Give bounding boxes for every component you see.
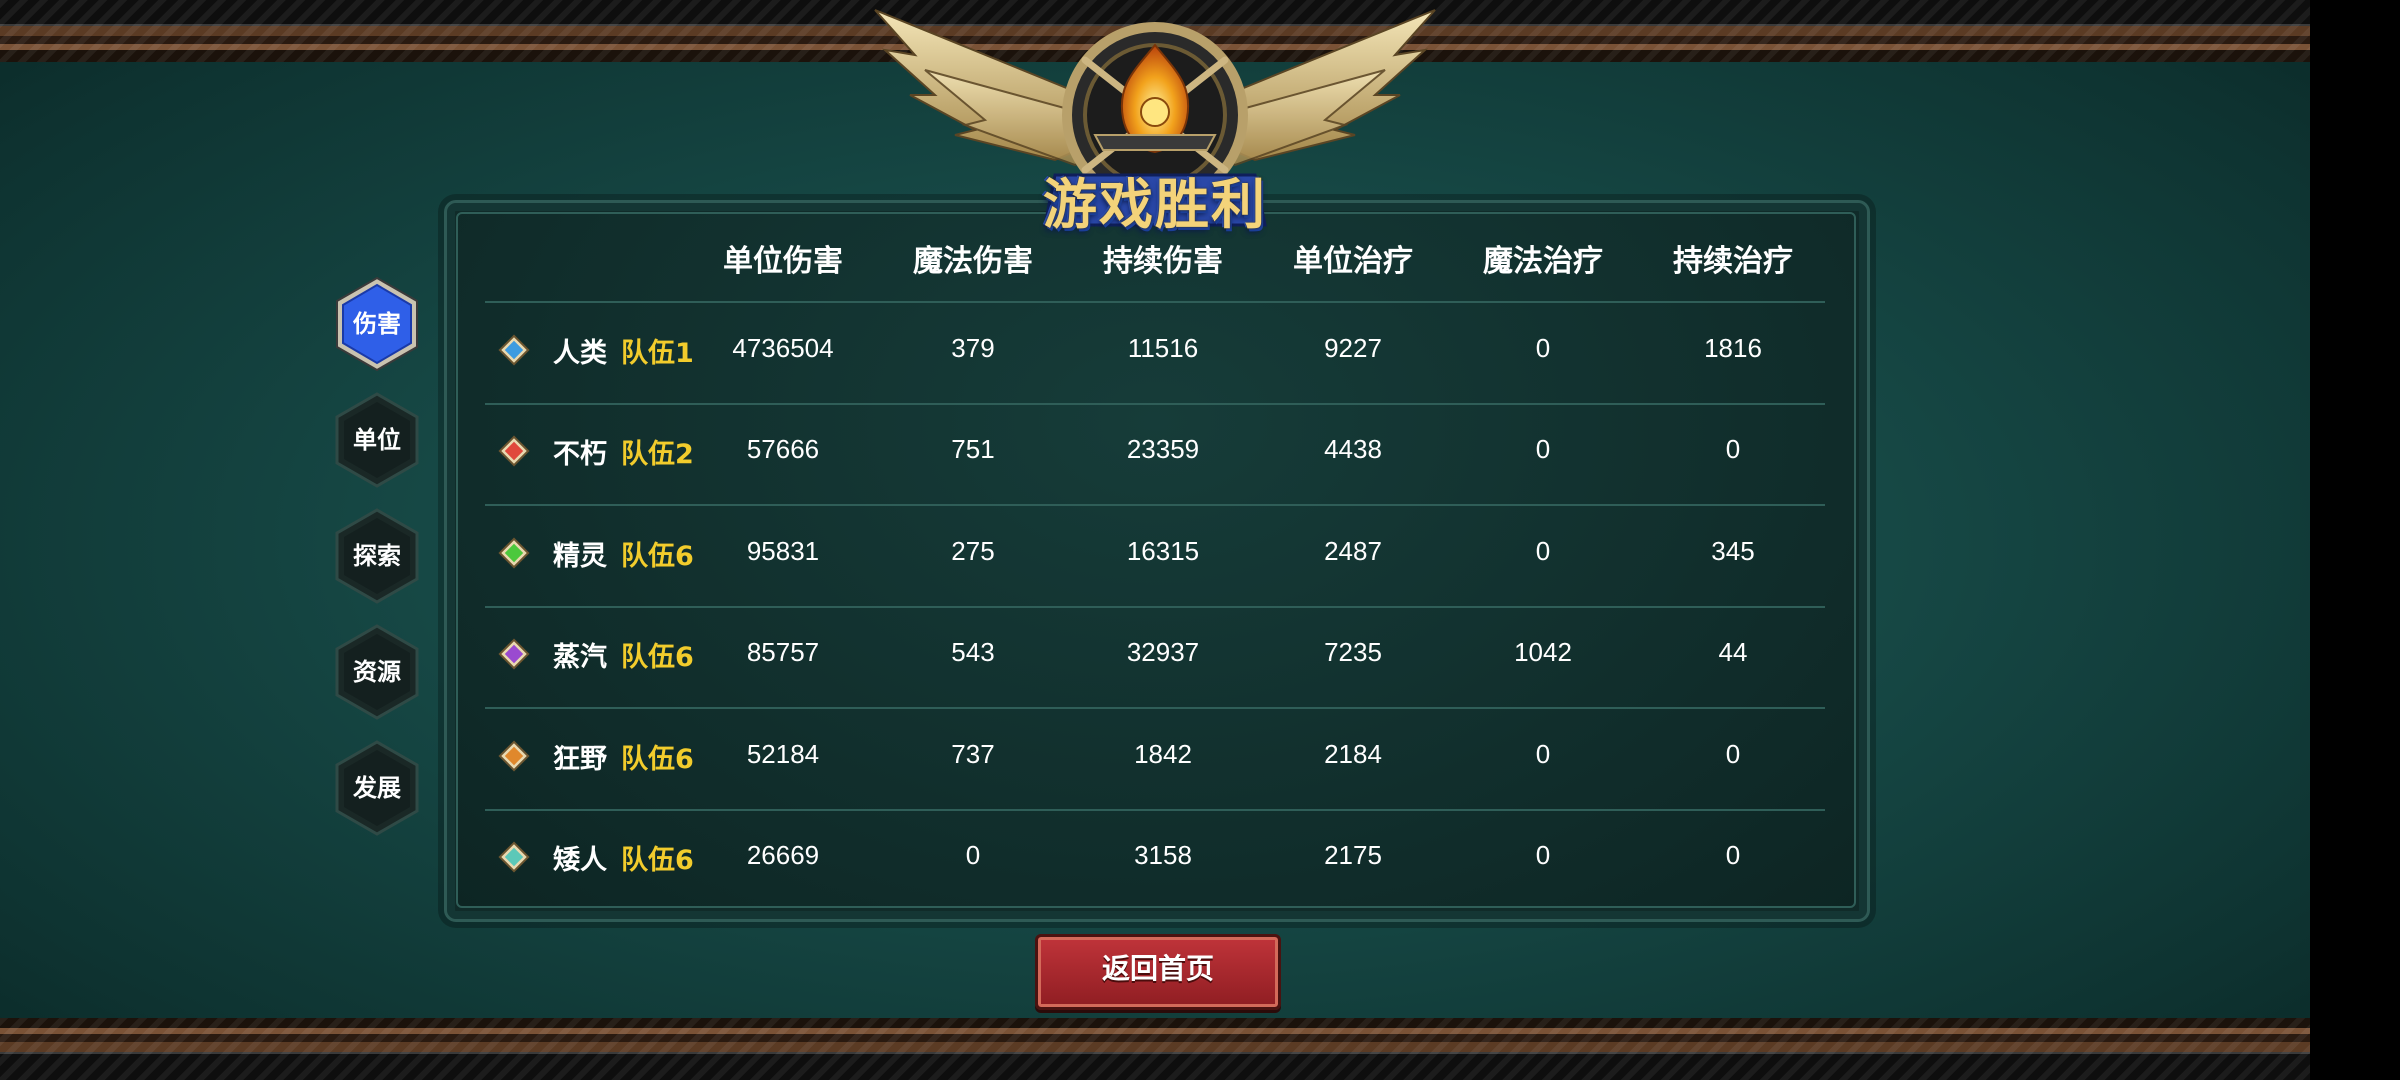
stat-value: 0 [965,840,981,870]
column-header: 魔法伤害 [913,244,1033,279]
stat-value: 57666 [746,434,820,464]
stat-value: 751 [951,434,995,464]
tab-label: 发展 [353,774,401,802]
tab-label: 单位 [353,426,401,454]
race-name: 人类 [553,338,607,369]
stat-value: 9227 [1324,333,1382,363]
race-name: 精灵 [553,541,607,572]
column-header: 持续伤害 [1103,244,1223,279]
stat-value: 16315 [1126,536,1200,566]
stat-value: 23359 [1126,434,1200,464]
stat-value: 0 [1535,840,1551,870]
game-background: 游戏胜利 单位伤害 魔法伤害 持续伤害 单位治疗 魔法治疗 持续治疗 人类 队伍… [0,0,2310,1080]
stat-value: 11516 [1127,333,1199,363]
column-header: 单位治疗 [1293,244,1413,279]
team-name: 队伍6 [621,642,694,673]
stat-value: 95831 [746,536,820,566]
return-home-label: 返回首页 [1101,952,1214,985]
tab-damage[interactable]: 伤害 [334,276,420,372]
column-header: 持续治疗 [1673,244,1793,279]
tab-resources[interactable]: 资源 [334,624,420,720]
stat-value: 2487 [1324,536,1382,566]
stat-value: 2175 [1324,840,1382,870]
stat-value: 4438 [1324,434,1382,464]
stat-value: 275 [951,536,995,566]
race-name: 不朽 [553,439,607,470]
stat-value: 0 [1535,333,1551,363]
table-row: 人类 队伍1 4736504 379 11516 9227 0 1816 [485,300,1825,400]
stat-value: 0 [1535,536,1551,566]
stat-value: 0 [1535,739,1551,769]
team-name: 队伍2 [621,439,694,470]
tab-explore[interactable]: 探索 [334,508,420,604]
race-gem-icon [498,740,530,772]
team-name: 队伍6 [621,744,694,775]
stat-value: 32937 [1126,637,1200,667]
race-gem-icon [498,334,530,366]
team-name: 队伍6 [621,845,694,876]
stat-value: 0 [1535,434,1551,464]
race-name: 矮人 [553,845,607,876]
team-name: 队伍6 [621,541,694,572]
tab-label: 资源 [353,658,401,686]
race-name: 蒸汽 [553,642,607,673]
team-name: 队伍1 [621,338,694,369]
victory-title: 游戏胜利 [1043,173,1267,236]
stat-value: 52184 [746,739,820,769]
column-header: 魔法治疗 [1483,244,1603,279]
table-row: 不朽 队伍2 57666 751 23359 4438 0 0 [485,401,1825,501]
table-row: 狂野 队伍6 52184 737 1842 2184 0 0 [485,706,1825,806]
tab-development[interactable]: 发展 [334,740,420,836]
stat-value: 26669 [746,840,820,870]
stat-value: 737 [951,739,995,769]
tab-units[interactable]: 单位 [334,392,420,488]
stat-value: 44 [1718,637,1748,667]
stat-value: 379 [951,333,995,363]
race-gem-icon [498,435,530,467]
race-gem-icon [498,841,530,873]
stat-value: 1042 [1514,637,1572,667]
race-gem-icon [498,537,530,569]
stat-value: 1816 [1704,333,1762,363]
bottom-frame-bar [0,1018,2310,1080]
return-home-button[interactable]: 返回首页 [1035,934,1281,1010]
table-row: 精灵 队伍6 95831 275 16315 2487 0 345 [485,503,1825,603]
stat-value: 85757 [746,637,820,667]
race-gem-icon [498,638,530,670]
tab-label: 探索 [353,542,401,570]
table-row: 蒸汽 队伍6 85757 543 32937 7235 1042 44 [485,604,1825,704]
stat-value: 543 [951,637,995,667]
table-row: 矮人 队伍6 26669 0 3158 2175 0 0 [485,807,1825,907]
stat-value: 7235 [1324,637,1382,667]
tab-label: 伤害 [353,310,401,338]
stat-value: 0 [1725,739,1741,769]
column-header: 单位伤害 [723,244,843,279]
screen-edge [2310,0,2400,1080]
stat-value: 0 [1725,840,1741,870]
stat-value: 0 [1725,434,1741,464]
stat-value: 4736504 [732,333,834,363]
stat-value: 1842 [1134,739,1192,769]
stat-value: 3158 [1134,840,1192,870]
stat-value: 2184 [1324,739,1382,769]
race-name: 狂野 [553,744,607,775]
stat-value: 345 [1711,536,1755,566]
